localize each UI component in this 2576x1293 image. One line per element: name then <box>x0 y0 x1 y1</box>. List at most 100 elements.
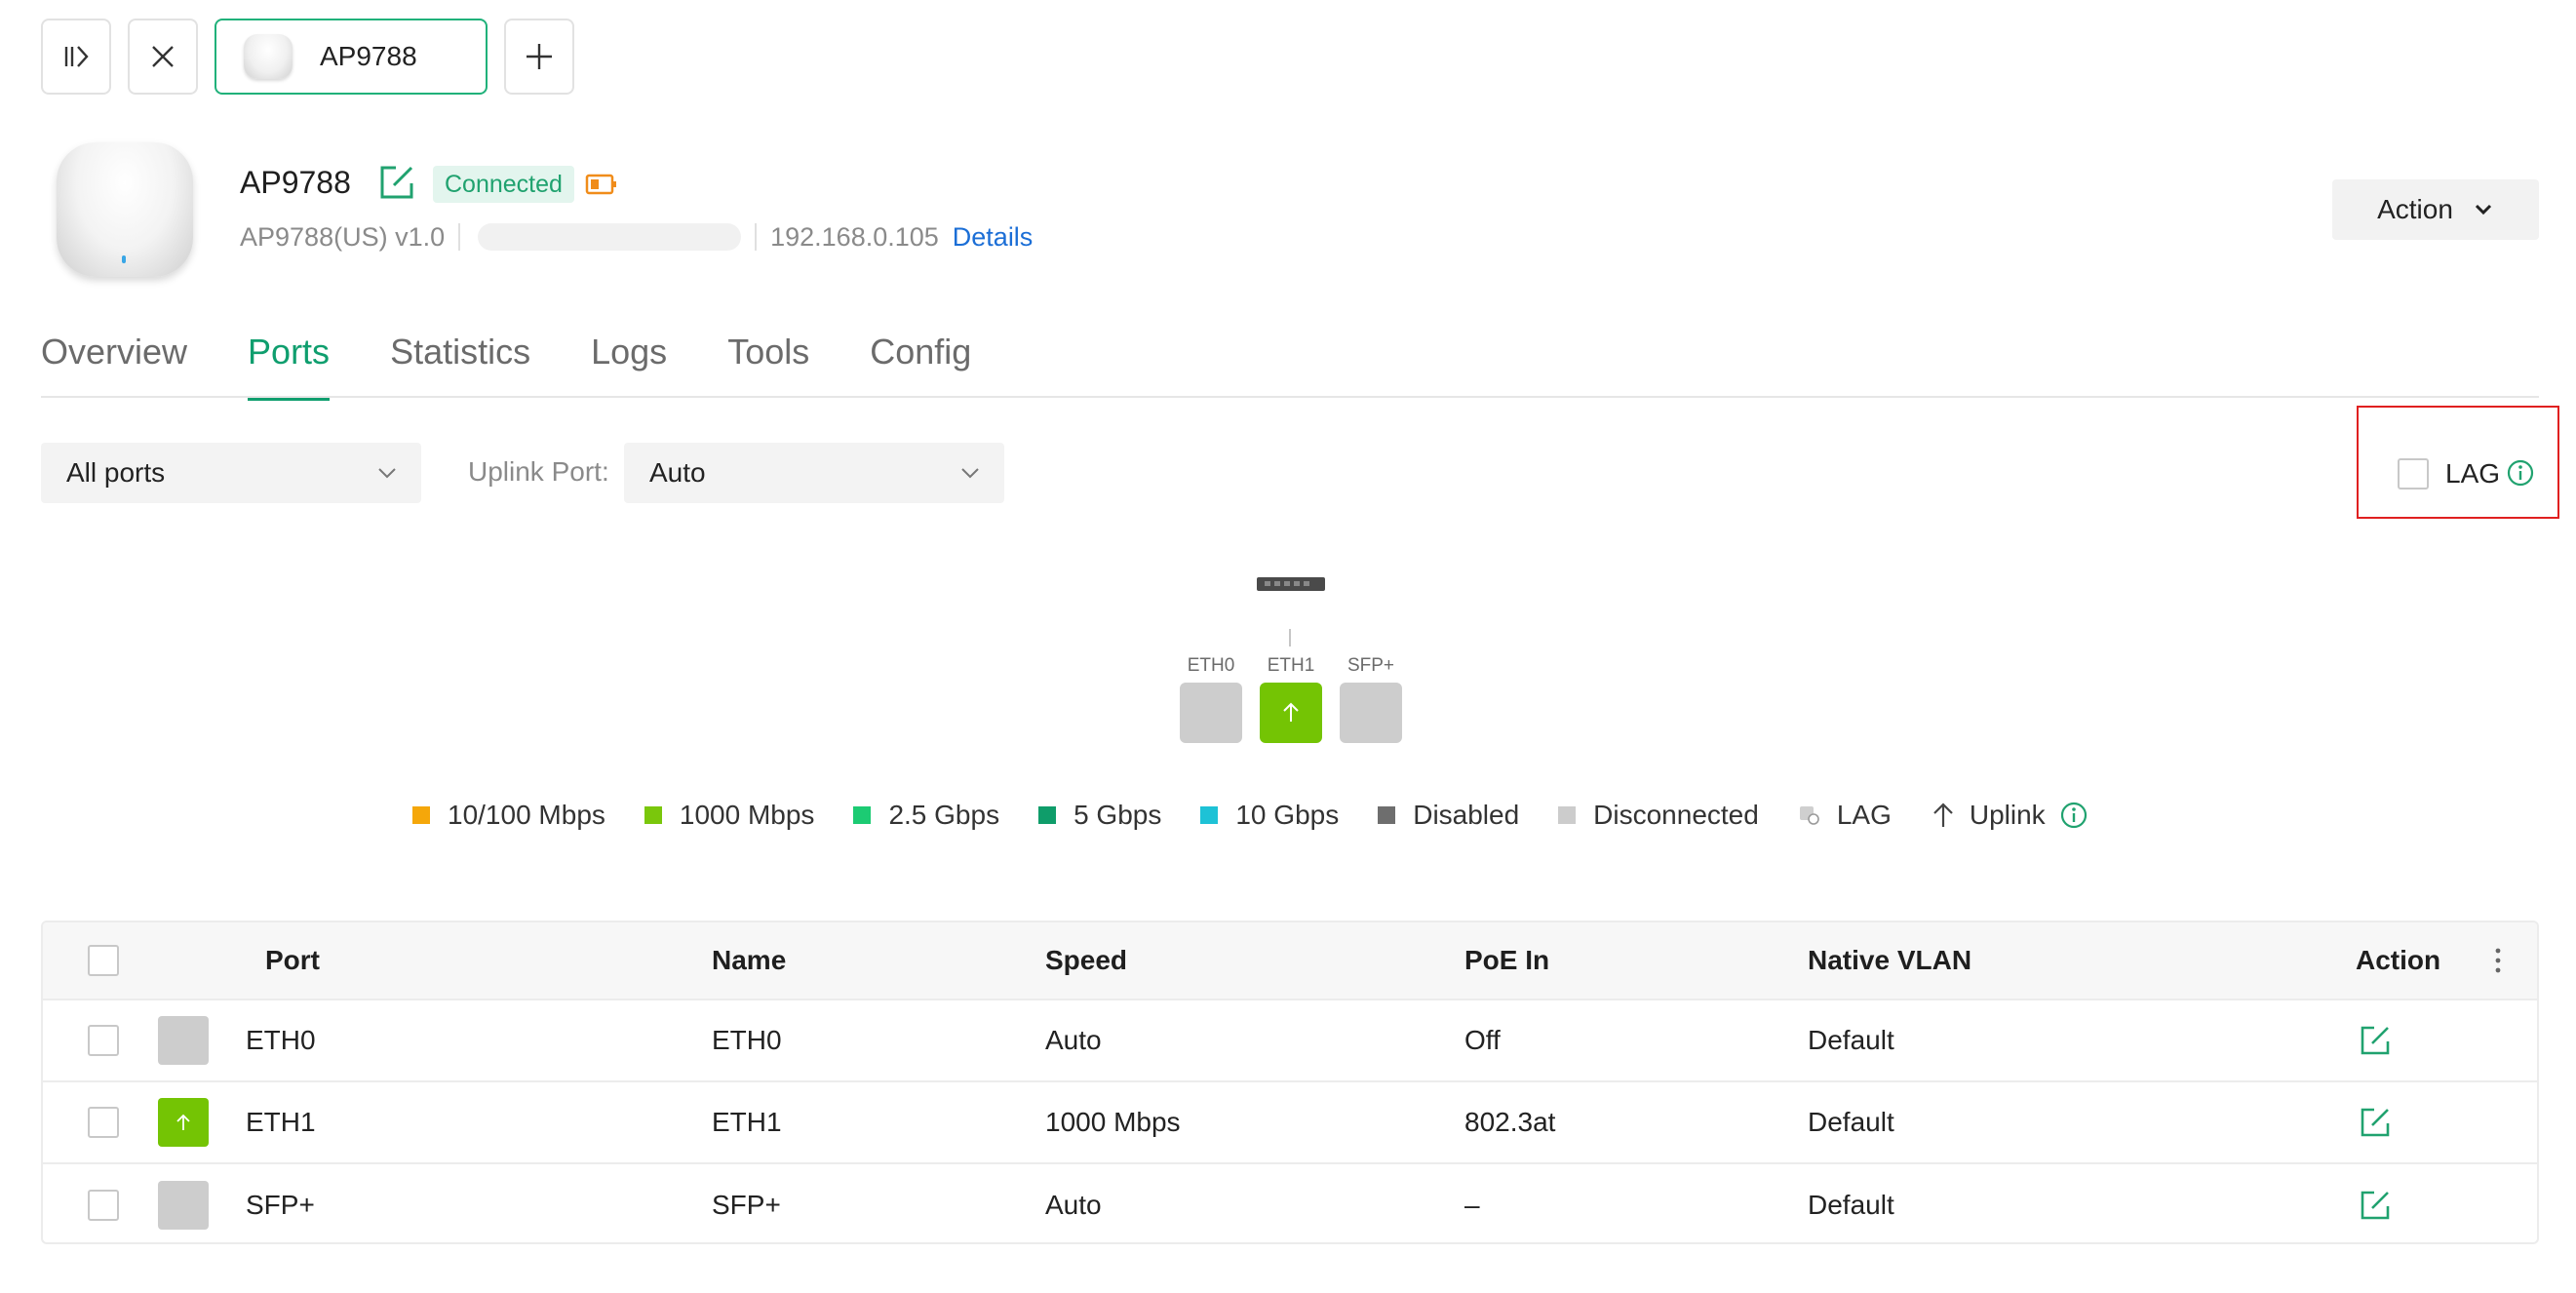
uplink-port-value: Auto <box>649 457 706 488</box>
edit-name-icon[interactable] <box>376 162 417 203</box>
chevron-down-icon <box>378 468 396 479</box>
column-header-port[interactable]: Port <box>265 922 320 999</box>
action-label: Action <box>2377 194 2453 224</box>
row-port-indicator <box>158 1181 209 1230</box>
diagram-port-eth0[interactable] <box>1180 683 1242 743</box>
chevron-down-icon <box>2475 204 2491 216</box>
chevron-down-icon <box>961 468 979 479</box>
tab-config[interactable]: Config <box>870 327 971 397</box>
cell-speed: Auto <box>1045 1190 1102 1220</box>
legend-label: LAG <box>1836 800 1892 830</box>
details-link[interactable]: Details <box>953 222 1034 253</box>
divider <box>458 223 461 251</box>
column-header-poe[interactable]: PoE In <box>1464 922 1549 999</box>
uplink-connector-line <box>1289 629 1291 646</box>
tab-logs[interactable]: Logs <box>591 327 667 397</box>
tab-tools[interactable]: Tools <box>727 327 809 397</box>
diagram-port-label: ETH0 <box>1187 655 1235 676</box>
legend-item: Disconnected <box>1558 800 1759 831</box>
table-row: SFP+ SFP+ Auto – Default <box>43 1164 2537 1242</box>
uplink-arrow-icon <box>1283 702 1299 722</box>
tab-statistics[interactable]: Statistics <box>390 327 530 397</box>
legend-item: 5 Gbps <box>1038 800 1161 831</box>
tab-bar: Overview Ports Statistics Logs Tools Con… <box>41 327 971 401</box>
column-header-name[interactable]: Name <box>712 922 786 999</box>
action-dropdown-button[interactable]: Action <box>2332 179 2539 240</box>
diagram-port-eth1[interactable] <box>1260 683 1322 743</box>
row-port-indicator <box>158 1016 209 1065</box>
lag-checkbox[interactable] <box>2398 458 2429 490</box>
edit-icon[interactable] <box>2358 1023 2393 1058</box>
legend-item: Disabled <box>1378 800 1519 831</box>
legend-item: 10 Gbps <box>1200 800 1339 831</box>
device-subinfo: AP9788(US) v1.0 192.168.0.105 Details <box>240 218 1033 255</box>
close-icon <box>152 46 174 67</box>
device-model: AP9788(US) v1.0 <box>240 221 446 252</box>
row-checkbox[interactable] <box>88 1190 119 1221</box>
cell-vlan: Default <box>1808 1025 1894 1055</box>
kebab-menu-icon <box>2495 948 2501 973</box>
cell-vlan: Default <box>1808 1107 1894 1137</box>
cell-name: ETH0 <box>712 1025 782 1055</box>
column-header-speed[interactable]: Speed <box>1045 922 1127 999</box>
plus-icon <box>527 44 552 69</box>
legend-swatch <box>1200 806 1219 824</box>
diagram-port-label: ETH1 <box>1267 655 1315 676</box>
status-badge: Connected <box>433 166 574 203</box>
ports-table: Port Name Speed PoE In Native VLAN Actio… <box>41 921 2539 1244</box>
status-led <box>122 255 126 263</box>
device-name: AP9788 <box>240 165 351 200</box>
divider <box>755 223 758 251</box>
cell-port: SFP+ <box>246 1190 315 1220</box>
legend-swatch <box>1378 806 1396 824</box>
diagram-port-sfp[interactable] <box>1340 683 1402 743</box>
legend-label: Disconnected <box>1593 800 1759 830</box>
cell-name: ETH1 <box>712 1107 782 1137</box>
access-point-thumbnail <box>244 34 293 79</box>
close-button[interactable] <box>128 19 198 95</box>
cell-port: ETH1 <box>246 1107 316 1137</box>
legend-label: 10 Gbps <box>1235 800 1340 830</box>
info-icon[interactable] <box>2059 801 2088 830</box>
tab-ports[interactable]: Ports <box>248 327 331 401</box>
column-header-vlan[interactable]: Native VLAN <box>1808 922 1971 999</box>
legend-swatch <box>853 806 872 824</box>
legend-item: 10/100 Mbps <box>412 800 605 831</box>
lag-icon <box>1799 806 1819 825</box>
edit-icon[interactable] <box>2358 1105 2393 1140</box>
uplink-arrow-icon <box>1933 803 1953 827</box>
cell-speed: Auto <box>1045 1025 1102 1055</box>
battery-icon <box>585 174 616 195</box>
cell-poe: Off <box>1464 1025 1501 1055</box>
table-header: Port Name Speed PoE In Native VLAN Actio… <box>43 922 2537 1000</box>
legend-label: Uplink <box>1969 800 2046 830</box>
ports-filter-value: All ports <box>66 457 166 488</box>
tab-overview[interactable]: Overview <box>41 327 187 397</box>
tab-divider <box>41 396 2539 398</box>
device-tab-label: AP9788 <box>320 41 417 71</box>
legend-label: 10/100 Mbps <box>448 800 605 830</box>
row-port-indicator <box>158 1098 209 1147</box>
redacted-field <box>478 223 742 251</box>
cell-poe: – <box>1464 1190 1480 1220</box>
top-toolbar: AP9788 <box>41 19 574 95</box>
cell-port: ETH0 <box>246 1025 316 1055</box>
row-checkbox[interactable] <box>88 1107 119 1138</box>
column-settings-button[interactable] <box>2494 922 2502 999</box>
table-row: ETH0 ETH0 Auto Off Default <box>43 1000 2537 1082</box>
cell-speed: 1000 Mbps <box>1045 1107 1181 1137</box>
info-icon[interactable] <box>2506 458 2535 488</box>
legend-item: LAG <box>1798 800 1892 831</box>
ports-filter-select[interactable]: All ports <box>41 443 421 503</box>
legend-label: 1000 Mbps <box>679 800 815 830</box>
edit-icon[interactable] <box>2358 1188 2393 1223</box>
select-all-cell <box>88 922 119 999</box>
expand-sidebar-button[interactable] <box>41 19 111 95</box>
row-checkbox[interactable] <box>88 1025 119 1056</box>
legend-item: 2.5 Gbps <box>853 800 999 831</box>
cell-poe: 802.3at <box>1464 1107 1556 1137</box>
uplink-port-select[interactable]: Auto <box>624 443 1004 503</box>
device-tab[interactable]: AP9788 <box>215 19 488 95</box>
add-tab-button[interactable] <box>504 19 574 95</box>
select-all-checkbox[interactable] <box>88 945 119 976</box>
